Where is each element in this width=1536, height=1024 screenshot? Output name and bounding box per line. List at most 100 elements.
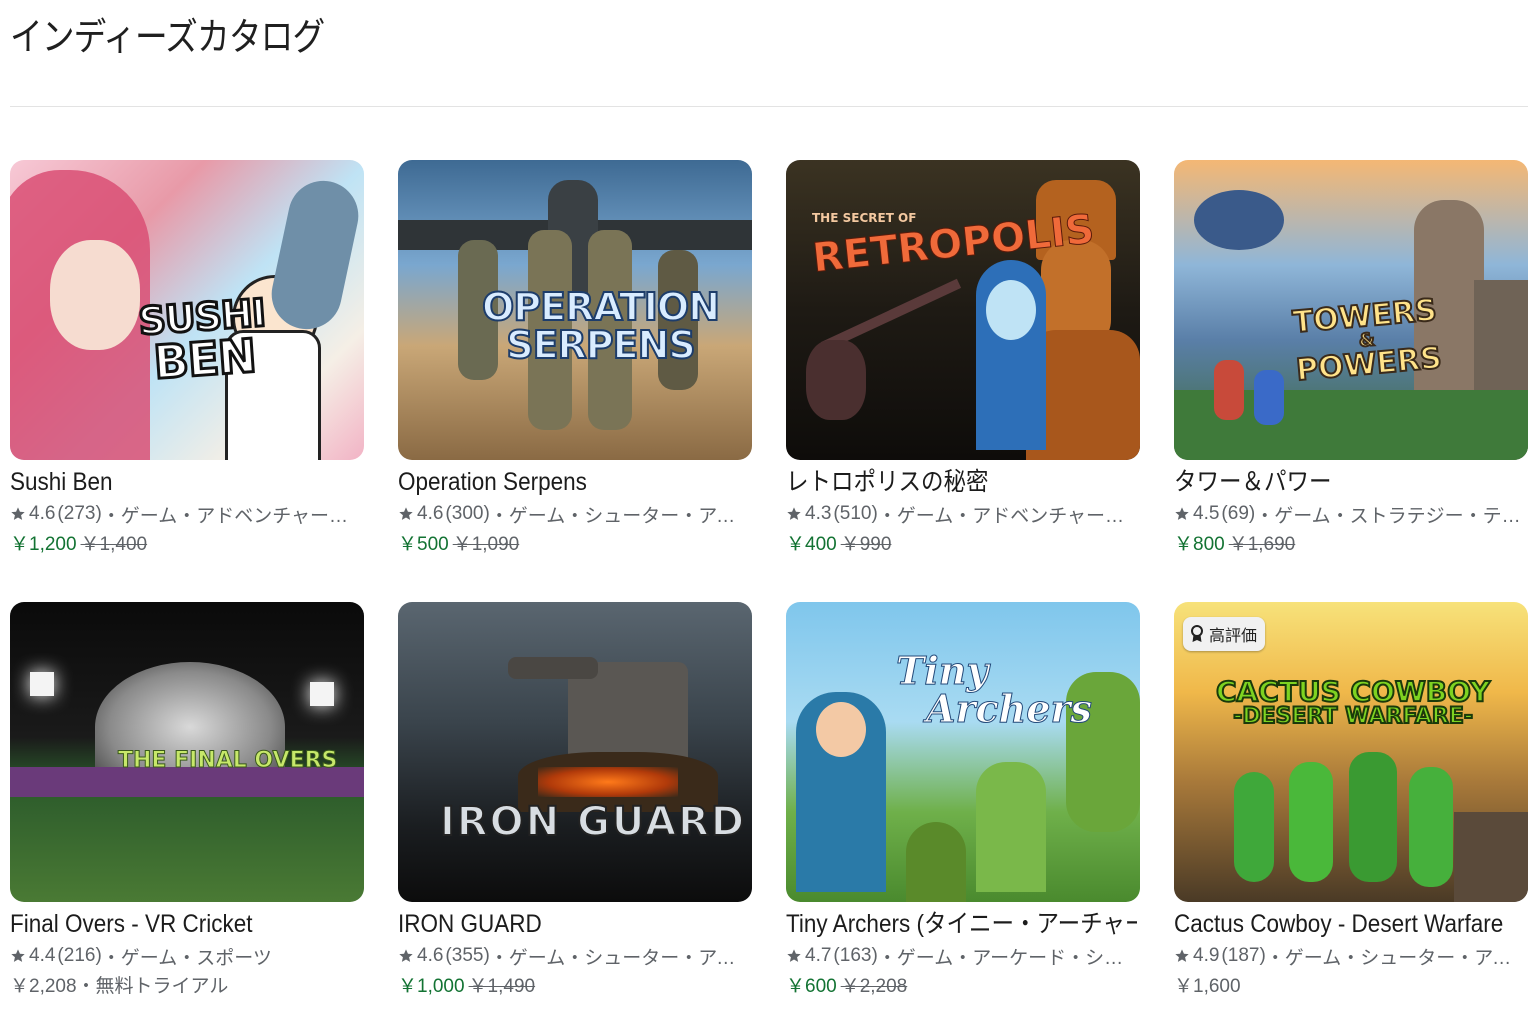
- star-icon: [1175, 949, 1189, 962]
- rating-count: (273): [57, 503, 102, 524]
- game-title[interactable]: タワー＆パワー: [1174, 466, 1525, 498]
- game-card-final-overs[interactable]: THE FINAL OVERS Final Overs - VR Cricket…: [10, 602, 364, 1000]
- game-meta: 4.4 (216) ・ゲーム・スポーツ: [10, 943, 364, 969]
- star-icon: [1175, 507, 1189, 520]
- game-thumbnail[interactable]: CACTUS COWBOY -DESERT WARFARE- 高評価: [1174, 602, 1528, 902]
- star-icon: [11, 949, 25, 962]
- game-thumbnail[interactable]: TOWERS & POWERS: [1174, 160, 1528, 460]
- game-card-iron-guard[interactable]: IRON GUARD IRON GUARD 4.6 (355) ・ゲーム・シュー…: [398, 602, 752, 1000]
- towers-powers-logo: TOWERS & POWERS: [1290, 292, 1444, 389]
- original-price: ￥1,490: [468, 976, 536, 997]
- original-price: ￥2,208: [840, 976, 908, 997]
- game-card-tiny-archers[interactable]: TinyArchers Tiny Archers (タイニー・アーチャーズ) 4…: [786, 602, 1140, 1000]
- top-rated-badge: 高評価: [1183, 617, 1266, 651]
- categories: ・ゲーム・ストラテジー・テーブルゲーム: [1255, 505, 1528, 527]
- game-title[interactable]: Tiny Archers (タイニー・アーチャーズ): [786, 908, 1137, 940]
- sale-price: ￥500: [398, 534, 449, 555]
- game-thumbnail[interactable]: IRON GUARD: [398, 602, 752, 902]
- game-thumbnail[interactable]: THE FINAL OVERS: [10, 602, 364, 902]
- original-price: ￥1,690: [1228, 534, 1296, 555]
- game-card-sushi-ben[interactable]: SUSHI BEN Sushi Ben 4.6 (273) ・ゲーム・アドベンチャ…: [10, 160, 364, 558]
- game-title[interactable]: Final Overs - VR Cricket: [10, 908, 361, 940]
- categories: ・ゲーム・シューター・アーケード・アクション: [489, 505, 752, 527]
- retropolis-logo: THE SECRET OF RETROPOLIS: [810, 206, 1097, 282]
- rating-value: 4.9: [1193, 945, 1220, 966]
- categories: ・ゲーム・シューター・アーケード・アクション: [1265, 947, 1528, 969]
- rating-count: (355): [445, 945, 490, 966]
- categories: ・ゲーム・アドベンチャー・物語: [101, 505, 364, 527]
- rating-count: (510): [833, 503, 878, 524]
- sale-price: ￥600: [786, 976, 837, 997]
- header-divider: [10, 106, 1528, 107]
- award-icon: [1191, 625, 1203, 642]
- rating-count: (163): [833, 945, 878, 966]
- rating-count: (300): [445, 503, 490, 524]
- rating-value: 4.4: [29, 945, 56, 966]
- original-price: ￥1,090: [452, 534, 520, 555]
- price-row: ￥2,208・無料トライアル: [10, 974, 364, 1000]
- original-price: ￥990: [840, 534, 892, 555]
- rating-count: (69): [1221, 503, 1256, 524]
- sale-price: ￥1,000: [398, 976, 465, 997]
- tiny-archers-logo: Tiny Archers: [896, 648, 1093, 731]
- game-card-cactus-cowboy[interactable]: CACTUS COWBOY -DESERT WARFARE- 高評価 Cactus…: [1174, 602, 1528, 1000]
- game-card-operation-serpens[interactable]: OPERATION SERPENS Operation Serpens 4.6 (…: [398, 160, 752, 558]
- game-meta: 4.9 (187) ・ゲーム・シューター・アーケード・アクション: [1174, 943, 1528, 969]
- game-thumbnail[interactable]: THE SECRET OF RETROPOLIS: [786, 160, 1140, 460]
- game-meta: 4.6 (273) ・ゲーム・アドベンチャー・物語: [10, 501, 364, 527]
- operation-serpens-logo: OPERATION SERPENS: [481, 285, 721, 367]
- star-icon: [787, 507, 801, 520]
- price-row: ￥400 ￥990: [786, 532, 1140, 558]
- star-icon: [11, 507, 25, 520]
- badge-label: 高評価: [1209, 628, 1258, 645]
- star-icon: [399, 507, 413, 520]
- game-title[interactable]: Operation Serpens: [398, 466, 749, 498]
- sale-price: ￥1,200: [10, 534, 77, 555]
- price: ￥1,600: [1174, 976, 1241, 997]
- game-meta: 4.6 (355) ・ゲーム・シューター・アクション・ストラテジー: [398, 943, 752, 969]
- categories: ・ゲーム・スポーツ: [101, 947, 272, 969]
- rating-value: 4.6: [417, 503, 444, 524]
- game-meta: 4.7 (163) ・ゲーム・アーケード・シューター・アクション: [786, 943, 1140, 969]
- game-meta: 4.3 (510) ・ゲーム・アドベンチャー・パズル・物語: [786, 501, 1140, 527]
- price-row: ￥600 ￥2,208: [786, 974, 1140, 1000]
- game-title[interactable]: Sushi Ben: [10, 466, 361, 498]
- sale-price: ￥800: [1174, 534, 1225, 555]
- game-card-retropolis[interactable]: THE SECRET OF RETROPOLIS レトロポリスの秘密 4.3 (…: [786, 160, 1140, 558]
- sale-price: ￥400: [786, 534, 837, 555]
- categories: ・ゲーム・アーケード・シューター・アクション: [877, 947, 1140, 969]
- price-row: ￥800 ￥1,690: [1174, 532, 1528, 558]
- price-row: ￥1,200 ￥1,400: [10, 532, 364, 558]
- categories: ・ゲーム・シューター・アクション・ストラテジー: [489, 947, 752, 969]
- rating-count: (216): [57, 945, 102, 966]
- price-row: ￥1,600: [1174, 974, 1528, 1000]
- star-icon: [399, 949, 413, 962]
- final-overs-logo: THE FINAL OVERS: [117, 748, 338, 773]
- rating-value: 4.5: [1193, 503, 1220, 524]
- cactus-cowboy-logo: CACTUS COWBOY -DESERT WARFARE-: [1215, 675, 1491, 729]
- game-card-towers-powers[interactable]: TOWERS & POWERS タワー＆パワー 4.5 (69) ・ゲーム・ストラテ…: [1174, 160, 1528, 558]
- rating-value: 4.6: [417, 945, 444, 966]
- free-trial-note: ・無料トライアル: [76, 976, 229, 997]
- game-thumbnail[interactable]: Tiny Archers: [786, 602, 1140, 902]
- price-row: ￥500 ￥1,090: [398, 532, 752, 558]
- sushi-ben-logo: SUSHI BEN: [136, 289, 268, 391]
- game-title[interactable]: レトロポリスの秘密: [786, 466, 1137, 498]
- price-row: ￥1,000 ￥1,490: [398, 974, 752, 1000]
- game-meta: 4.5 (69) ・ゲーム・ストラテジー・テーブルゲーム: [1174, 501, 1528, 527]
- original-price: ￥1,400: [80, 534, 148, 555]
- rating-value: 4.3: [805, 503, 832, 524]
- price: ￥2,208: [10, 976, 77, 997]
- game-thumbnail[interactable]: SUSHI BEN: [10, 160, 364, 460]
- star-icon: [787, 949, 801, 962]
- categories: ・ゲーム・アドベンチャー・パズル・物語: [877, 505, 1140, 527]
- game-title[interactable]: Cactus Cowboy - Desert Warfare: [1174, 908, 1525, 940]
- game-thumbnail[interactable]: OPERATION SERPENS: [398, 160, 752, 460]
- game-title[interactable]: IRON GUARD: [398, 908, 749, 940]
- rating-value: 4.7: [805, 945, 832, 966]
- game-meta: 4.6 (300) ・ゲーム・シューター・アーケード・アクション: [398, 501, 752, 527]
- rating-value: 4.6: [29, 503, 56, 524]
- iron-guard-logo: IRON GUARD: [439, 799, 747, 845]
- page-title: インディーズカタログ: [10, 15, 325, 59]
- rating-count: (187): [1221, 945, 1266, 966]
